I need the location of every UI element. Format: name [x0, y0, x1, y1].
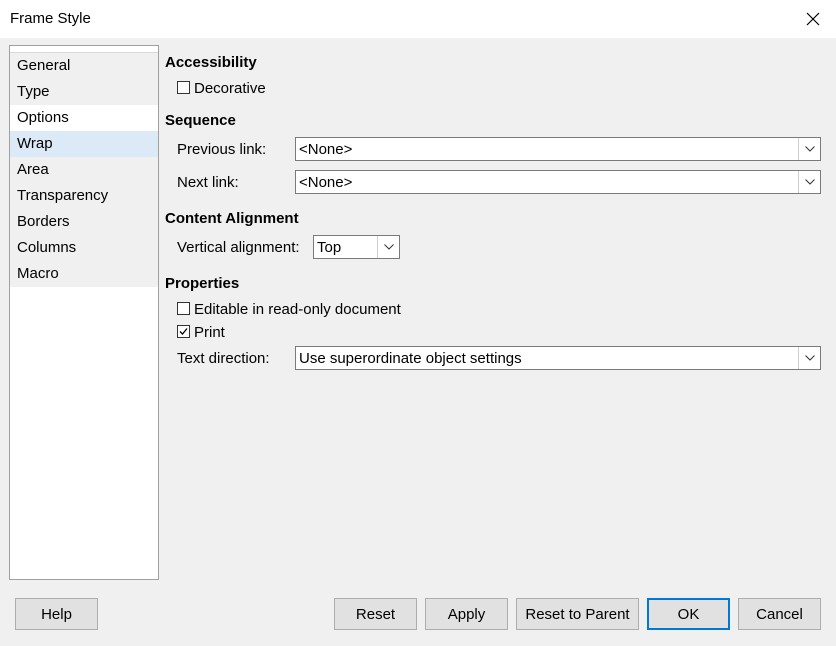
sidebar-item-transparency[interactable]: Transparency: [10, 183, 158, 209]
next-link-dropdown[interactable]: <None>: [295, 170, 821, 194]
chevron-down-icon: [798, 347, 820, 369]
next-link-value: <None>: [299, 174, 353, 191]
help-button[interactable]: Help: [15, 598, 98, 630]
print-label: Print: [194, 324, 225, 341]
content-alignment-heading: Content Alignment: [165, 210, 299, 227]
sidebar-item-general[interactable]: General: [10, 53, 158, 79]
sidebar-item-borders[interactable]: Borders: [10, 209, 158, 235]
ok-button[interactable]: OK: [647, 598, 730, 630]
close-button[interactable]: [790, 0, 836, 38]
print-checkbox[interactable]: [177, 325, 190, 338]
apply-button[interactable]: Apply: [425, 598, 508, 630]
previous-link-label: Previous link:: [177, 141, 267, 158]
text-direction-value: Use superordinate object settings: [299, 350, 522, 367]
sidebar-item-wrap[interactable]: Wrap: [10, 131, 158, 157]
properties-heading: Properties: [165, 275, 240, 292]
window-title: Frame Style: [10, 10, 91, 27]
sidebar-item-options[interactable]: Options: [10, 105, 158, 131]
decorative-label: Decorative: [194, 80, 266, 97]
list-top-divider: [10, 46, 158, 53]
accessibility-heading: Accessibility: [165, 54, 257, 71]
vertical-alignment-label: Vertical alignment:: [177, 239, 300, 256]
text-direction-label: Text direction:: [177, 350, 270, 367]
sidebar-item-macro[interactable]: Macro: [10, 261, 158, 287]
reset-button[interactable]: Reset: [334, 598, 417, 630]
chevron-down-icon: [798, 138, 820, 160]
decorative-checkbox[interactable]: [177, 81, 190, 94]
previous-link-dropdown[interactable]: <None>: [295, 137, 821, 161]
cancel-button[interactable]: Cancel: [738, 598, 821, 630]
previous-link-value: <None>: [299, 141, 353, 158]
next-link-label: Next link:: [177, 174, 239, 191]
editable-readonly-label: Editable in read-only document: [194, 301, 401, 318]
chevron-down-icon: [798, 171, 820, 193]
reset-to-parent-button[interactable]: Reset to Parent: [516, 598, 639, 630]
editable-readonly-checkbox[interactable]: [177, 302, 190, 315]
title-bar: Frame Style: [0, 0, 836, 38]
category-list: General Type Options Wrap Area Transpare…: [9, 45, 159, 580]
vertical-alignment-dropdown[interactable]: Top: [313, 235, 400, 259]
sidebar-item-area[interactable]: Area: [10, 157, 158, 183]
vertical-alignment-value: Top: [317, 239, 342, 256]
sidebar-item-type[interactable]: Type: [10, 79, 158, 105]
close-icon: [806, 12, 820, 26]
chevron-down-icon: [377, 236, 399, 258]
sequence-heading: Sequence: [165, 112, 236, 129]
text-direction-dropdown[interactable]: Use superordinate object settings: [295, 346, 821, 370]
sidebar-item-columns[interactable]: Columns: [10, 235, 158, 261]
checkmark-icon: [179, 328, 188, 335]
